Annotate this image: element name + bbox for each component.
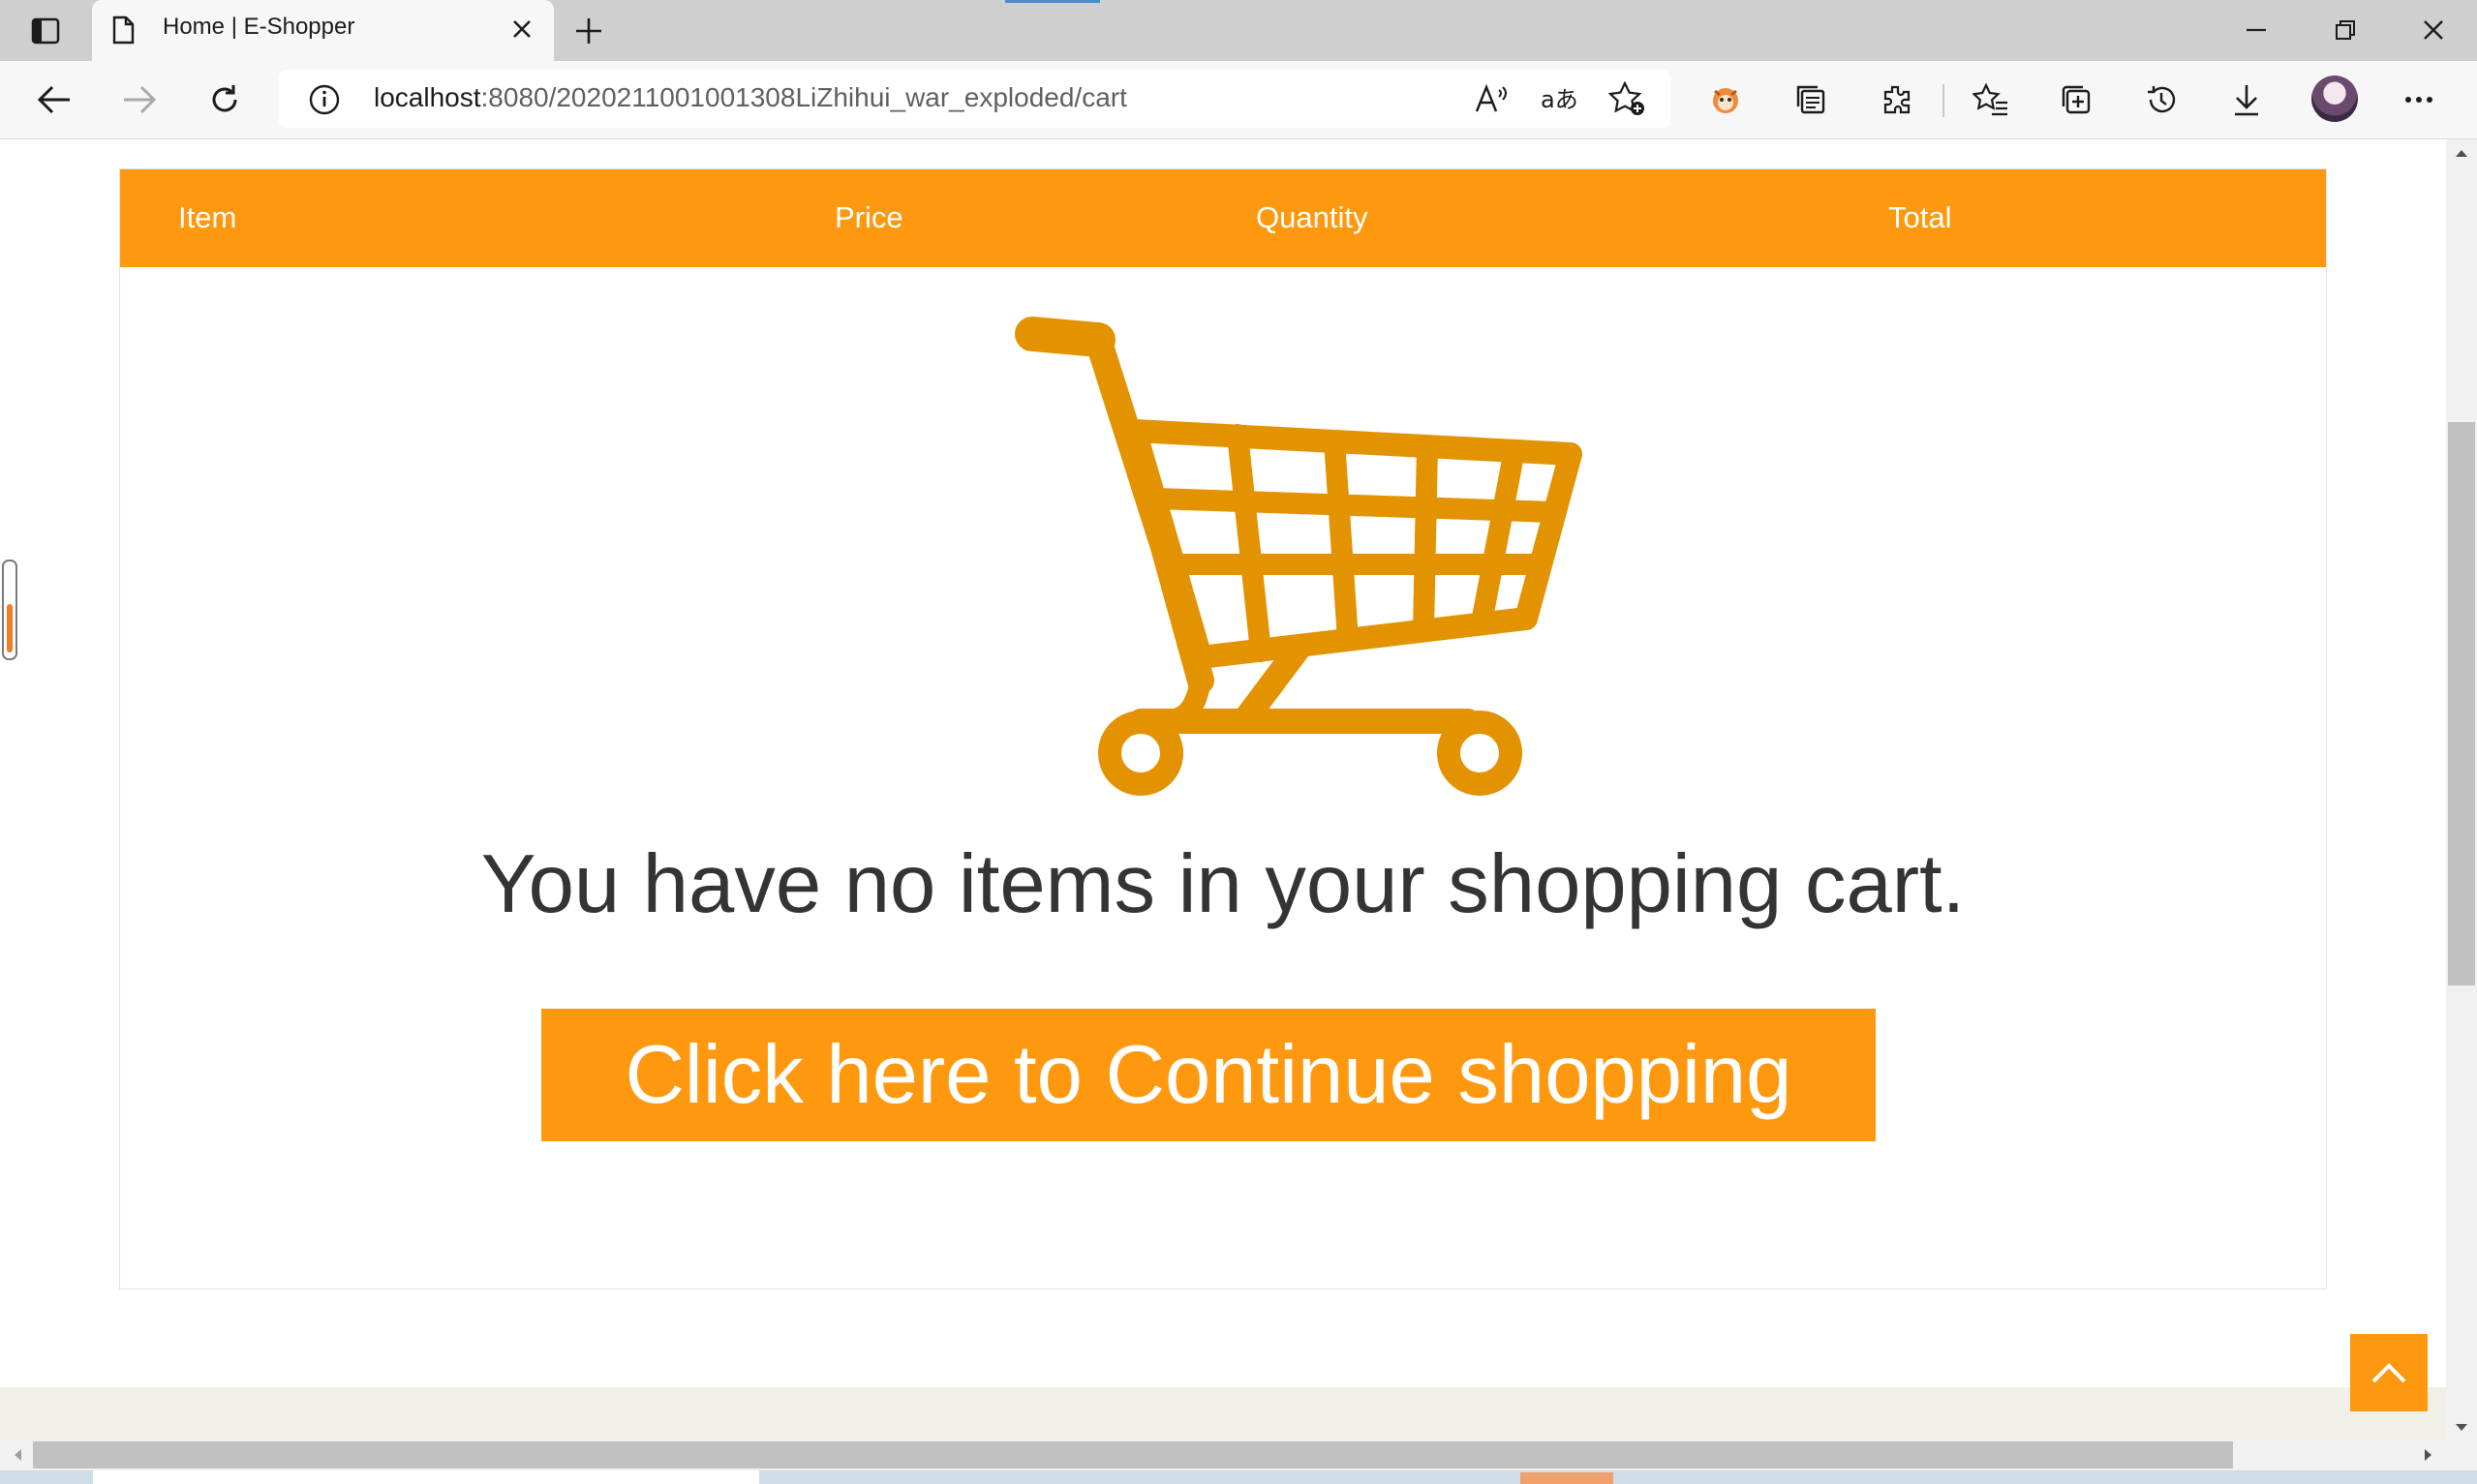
column-header-item: Item: [178, 200, 237, 234]
profile-avatar[interactable]: [2311, 76, 2358, 122]
collections-icon[interactable]: [1788, 76, 1834, 123]
tab-title: Home | E-Shopper: [163, 14, 355, 40]
column-header-total: Total: [1888, 200, 1952, 234]
add-to-collections-icon[interactable]: [2053, 76, 2099, 123]
close-window-icon[interactable]: [2404, 10, 2462, 50]
forward-icon[interactable]: [116, 76, 163, 123]
address-toolbar: localhost:8080/2020211001001308LiZhihui_…: [0, 61, 2477, 139]
column-header-price: Price: [835, 200, 903, 234]
restore-icon[interactable]: [2316, 10, 2374, 50]
toolbar-separator: [1942, 84, 1944, 117]
address-bar[interactable]: localhost:8080/2020211001001308LiZhihui_…: [279, 70, 1670, 128]
tab-strip: Home | E-Shopper: [0, 0, 2477, 61]
close-tab-icon[interactable]: [506, 14, 537, 45]
more-icon[interactable]: [2396, 76, 2442, 123]
sidebar-handle-fill: [7, 604, 13, 652]
footer-strip: [0, 1387, 2446, 1439]
empty-cart-message: You have no items in your shopping cart.: [480, 838, 1966, 930]
url-text[interactable]: localhost:8080/2020211001001308LiZhihui_…: [374, 82, 1127, 113]
page-viewport: Item Price Quantity Total You have no it…: [0, 139, 2446, 1439]
extensions-icon[interactable]: [1873, 76, 1919, 123]
page-document-icon: [111, 15, 135, 49]
back-icon[interactable]: [31, 76, 77, 123]
read-aloud-icon[interactable]: [1472, 81, 1511, 116]
scroll-left-arrow-icon[interactable]: [10, 1447, 25, 1463]
site-info-icon[interactable]: [308, 83, 341, 121]
tab-strip-indicator: [1005, 0, 1100, 3]
scrollbar-corner: [2446, 1439, 2477, 1470]
history-icon[interactable]: [2138, 76, 2185, 123]
vertical-scrollbar-thumb[interactable]: [2448, 422, 2475, 985]
tab-actions-icon[interactable]: [21, 14, 70, 48]
url-host: localhost: [374, 82, 481, 112]
chevron-up-icon: [2371, 1363, 2406, 1383]
favorites-icon[interactable]: [1968, 76, 2014, 123]
cart-table-header: Item Price Quantity Total: [120, 169, 2326, 267]
url-path: :8080/2020211001001308LiZhihui_war_explo…: [480, 82, 1127, 112]
add-favorite-icon[interactable]: [1607, 81, 1646, 116]
cart-table: Item Price Quantity Total You have no it…: [119, 168, 2327, 1289]
downloads-icon[interactable]: [2223, 76, 2270, 123]
active-tab[interactable]: Home | E-Shopper: [92, 0, 554, 61]
refresh-icon[interactable]: [201, 76, 248, 123]
scroll-to-top-button[interactable]: [2350, 1334, 2428, 1411]
new-tab-icon[interactable]: [569, 14, 608, 48]
taskbar-highlight: [1520, 1472, 1613, 1484]
shopping-cart-icon: [1015, 317, 1582, 796]
horizontal-scrollbar[interactable]: [0, 1439, 2446, 1470]
scroll-up-arrow-icon[interactable]: [2454, 145, 2469, 161]
scroll-down-arrow-icon[interactable]: [2454, 1420, 2469, 1436]
scroll-right-arrow-icon[interactable]: [2421, 1447, 2436, 1463]
translate-icon[interactable]: aあ: [1540, 81, 1578, 116]
column-header-quantity: Quantity: [1256, 200, 1368, 234]
vertical-scrollbar[interactable]: [2446, 139, 2477, 1441]
extension-fox-icon[interactable]: [1702, 76, 1749, 123]
taskbar-edge: [0, 1470, 2477, 1484]
continue-shopping-button[interactable]: Click here to Continue shopping: [541, 1009, 1876, 1141]
minimize-icon[interactable]: [2227, 10, 2285, 50]
taskbar-segment: [93, 1470, 759, 1484]
svg-text:aあ: aあ: [1541, 86, 1577, 113]
horizontal-scrollbar-thumb[interactable]: [33, 1441, 2233, 1469]
sidebar-handle[interactable]: [2, 560, 17, 660]
